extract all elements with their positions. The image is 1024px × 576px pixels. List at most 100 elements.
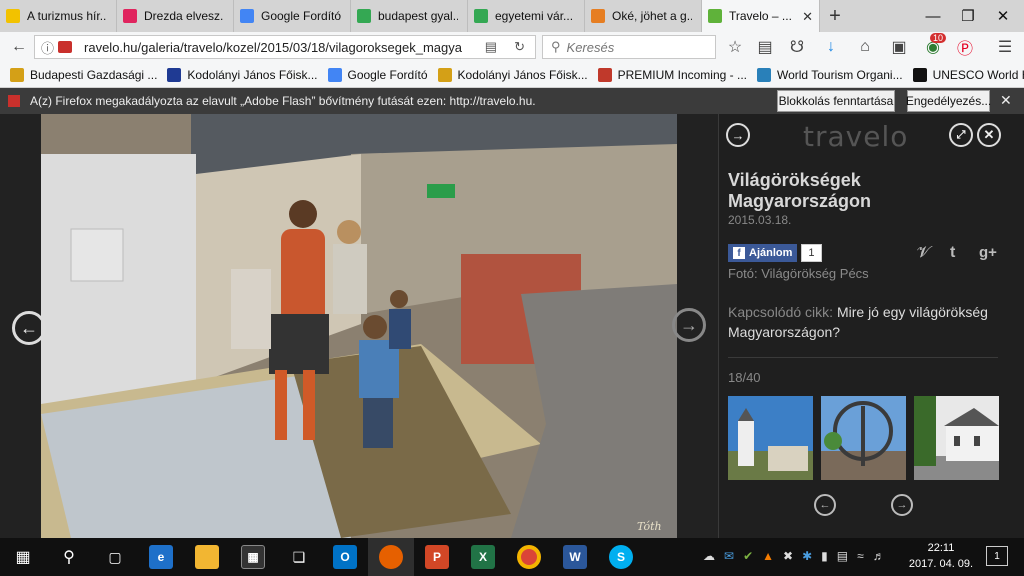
twitter-icon[interactable]: 𝓥 [917,244,930,262]
action-center-count: 1 [994,550,1000,562]
extension-icon[interactable]: ▣ [888,36,910,58]
like-label: Ajánlom [749,247,793,259]
bookmark-star-icon[interactable]: ☆ [724,36,746,58]
chrome-button[interactable] [506,538,552,576]
clock[interactable]: 22:11 2017. 04. 09. [906,540,976,572]
search-bar[interactable]: ⚲ Keresés [542,35,716,59]
photo-credit: Fotó: Világörökség Pécs [728,266,869,281]
action-center-icon[interactable]: 1 [986,546,1008,566]
allow-button[interactable]: Engedélyezés... [906,90,991,112]
previous-photo-button[interactable]: ← [12,311,46,345]
thumbnails-prev-button[interactable]: ← [814,494,836,516]
thumbnails-next-button[interactable]: → [891,494,913,516]
download-icon[interactable]: ↓ [820,36,842,58]
edge-icon: e [149,545,173,569]
bookmark-label: Kodolányi János Főisk... [187,67,318,82]
google-plus-icon[interactable]: g+ [979,244,997,261]
clock-date: 2017. 04. 09. [908,558,974,570]
window-switch-button[interactable]: ❏ [276,538,322,576]
tab-favicon-icon [474,9,488,23]
store-button[interactable]: ▦ [230,538,276,576]
thumbnail-1-image [728,396,813,480]
divider [728,357,998,358]
fullscreen-icon[interactable]: ⤢ [949,123,973,147]
back-arrow-icon[interactable]: ← [8,36,30,58]
skype-button[interactable]: S [598,538,644,576]
library-icon[interactable]: ▤ [754,36,776,58]
forward-circle-icon[interactable]: → [726,123,750,147]
tab-1[interactable]: A turizmus hír... [0,0,117,32]
thumbnail-2[interactable] [821,396,906,480]
bookmark-item[interactable]: World Tourism Organi... [756,67,903,82]
tab-favicon-icon [357,9,371,23]
battery-icon[interactable]: ▮ [821,549,828,563]
tab-title: Oké, jöhet a g... [612,9,692,23]
outlook-button[interactable]: O [322,538,368,576]
keep-blocking-button[interactable]: Blokkolás fenntartása [777,90,895,112]
flash-blocked-icon[interactable] [58,41,73,53]
wifi-icon[interactable]: ≈ [857,549,864,563]
related-article: Kapcsolódó cikk: Mire jó egy világöröksé… [728,302,1008,342]
tab-5[interactable]: egyetemi vár... [468,0,585,32]
bookmark-item[interactable]: Budapesti Gazdasági ... [10,67,157,82]
tab-4[interactable]: budapest gyal... [351,0,468,32]
menu-icon[interactable]: ☰ [994,36,1016,58]
bookmark-item[interactable]: UNESCO World Herita... [912,67,1024,82]
home-icon[interactable]: ⌂ [854,36,876,58]
excel-button[interactable]: X [460,538,506,576]
tab-bar: A turizmus hír... Drezda elvesz... Google … [0,0,1024,32]
edge-button[interactable]: e [138,538,184,576]
thumbnail-2-image [821,396,906,480]
tray-app-icon[interactable]: ✔ [743,549,753,563]
pocket-icon[interactable]: ☋ [786,36,808,58]
bookmark-item[interactable]: PREMIUM Incoming - ... [597,67,747,82]
next-photo-button[interactable]: → [672,308,706,342]
bookmark-item[interactable]: Kodolányi János Főisk... [167,67,318,82]
thumbnail-3-image [914,396,999,480]
close-notification-icon[interactable]: ✕ [1000,92,1012,109]
tab-2[interactable]: Drezda elvesz... [117,0,234,32]
volume-icon[interactable]: ♬ [873,549,885,563]
bookmark-favicon-icon [327,67,342,82]
close-window-button[interactable]: ✕ [980,0,1024,32]
task-view-button[interactable]: ▢ [92,538,138,576]
tray-x-icon[interactable]: ✖ [783,549,793,563]
close-gallery-icon[interactable]: ✕ [977,123,1001,147]
new-tab-button[interactable]: + [820,0,850,32]
thumbnail-1[interactable] [728,396,813,480]
bookmark-item[interactable]: Kodolányi János Főisk... [437,67,588,82]
facebook-like-button[interactable]: f Ajánlom [728,244,798,262]
tab-6[interactable]: Oké, jöhet a g... [585,0,702,32]
facebook-icon: f [733,247,745,259]
bookmark-label: UNESCO World Herita... [932,67,1024,82]
vlc-icon[interactable]: ▲ [762,549,774,563]
tumblr-icon[interactable]: t [950,244,955,262]
cloud-icon[interactable]: ☁ [703,549,715,563]
firefox-button[interactable] [368,538,414,576]
info-icon[interactable]: ⓘ [41,38,54,57]
search-taskbar-button[interactable]: ⚲ [46,538,92,576]
url-text[interactable]: ravelo.hu/galeria/travelo/kozel/2015/03/… [84,40,464,55]
start-button[interactable]: ▦ [0,538,46,576]
tab-7[interactable]: Travelo – ... ✕ [702,0,820,32]
word-button[interactable]: W [552,538,598,576]
close-tab-icon[interactable]: ✕ [802,9,813,25]
thumbnail-3[interactable] [914,396,999,480]
bookmark-favicon-icon [10,67,24,82]
reload-icon[interactable]: ↻ [514,39,525,55]
tab-3[interactable]: Google Fordító [234,0,351,32]
pinterest-icon[interactable]: Ⓟ [954,36,976,58]
store-icon: ▦ [241,545,265,569]
network-icon[interactable]: ▤ [837,549,848,563]
url-bar[interactable]: ⓘ ravelo.hu/galeria/travelo/kozel/2015/0… [34,35,536,59]
facebook-like[interactable]: f Ajánlom 1 [728,244,822,262]
outlook-icon: O [333,545,357,569]
clock-time: 22:11 [927,542,955,554]
bookmark-item[interactable]: Google Fordító [327,67,428,82]
tab-favicon-icon [123,9,137,23]
bluetooth-icon[interactable]: ✱ [802,549,812,563]
reader-view-icon[interactable]: ▤ [485,39,497,55]
outlook-tray-icon[interactable]: ✉ [724,549,734,563]
powerpoint-button[interactable]: P [414,538,460,576]
explorer-button[interactable] [184,538,230,576]
